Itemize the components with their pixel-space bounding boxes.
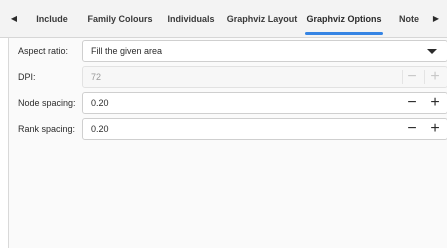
dpi-spinbox: 72 − + xyxy=(82,66,447,88)
tab-individuals[interactable]: Individuals xyxy=(160,0,222,37)
aspect-ratio-value: Fill the given area xyxy=(91,46,163,56)
rank-spacing-value[interactable]: 0.20 xyxy=(91,119,109,139)
tab-bar: ◀ Include Family Colours Individuals Gra… xyxy=(0,0,447,38)
dpi-decrement-button: − xyxy=(407,68,417,85)
chevron-down-icon xyxy=(427,49,437,54)
dpi-label: DPI: xyxy=(18,72,36,82)
tab-scroll-right-icon[interactable]: ▶ xyxy=(428,0,444,37)
aspect-ratio-label: Aspect ratio: xyxy=(18,46,69,56)
aspect-ratio-dropdown[interactable]: Fill the given area xyxy=(82,40,447,62)
rank-spacing-spinbox[interactable]: 0.20 − + xyxy=(82,118,447,140)
node-spacing-label: Node spacing: xyxy=(18,98,76,108)
node-spacing-spinbox[interactable]: 0.20 − + xyxy=(82,92,447,114)
tab-graphviz-options[interactable]: Graphviz Options xyxy=(303,0,385,37)
node-spacing-value[interactable]: 0.20 xyxy=(91,93,109,113)
graphviz-options-panel: Aspect ratio: Fill the given area DPI: 7… xyxy=(8,38,447,248)
dpi-value: 72 xyxy=(91,72,102,82)
node-spacing-increment-button[interactable]: + xyxy=(424,93,446,113)
tab-scroll-left-icon[interactable]: ◀ xyxy=(6,0,22,37)
node-spacing-decrement-button[interactable]: − xyxy=(401,93,423,113)
rank-spacing-decrement-button[interactable]: − xyxy=(401,119,423,139)
tab-family-colours[interactable]: Family Colours xyxy=(80,0,160,37)
tab-graphviz-layout[interactable]: Graphviz Layout xyxy=(224,0,300,37)
dpi-increment-button: + xyxy=(430,68,440,85)
tab-note[interactable]: Note xyxy=(392,0,426,37)
tab-include[interactable]: Include xyxy=(26,0,78,37)
rank-spacing-increment-button[interactable]: + xyxy=(424,119,446,139)
rank-spacing-label: Rank spacing: xyxy=(18,124,76,134)
